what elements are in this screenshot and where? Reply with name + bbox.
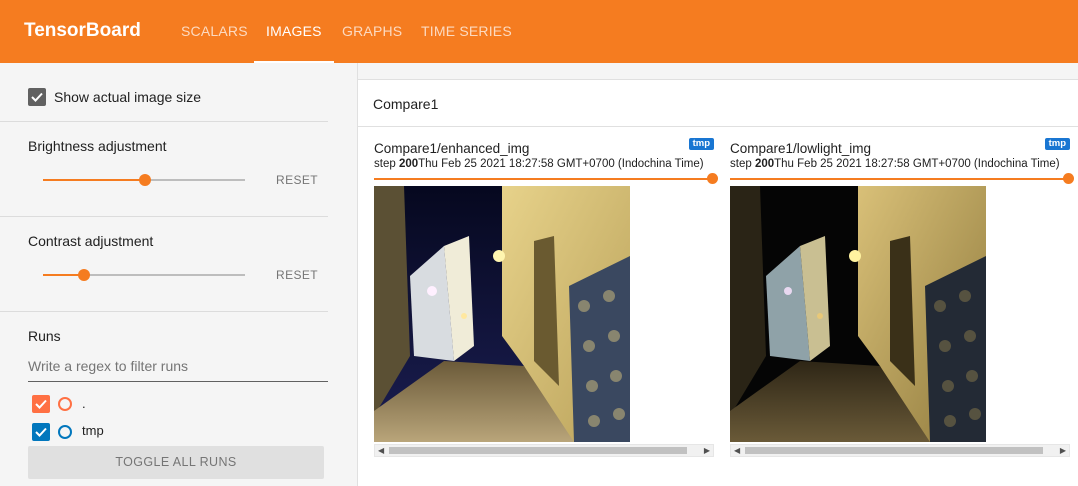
- scrollbar-thumb[interactable]: [389, 447, 687, 454]
- image-card-enhanced: Compare1/enhanced_img tmp step 200Thu Fe…: [374, 138, 718, 458]
- divider: [0, 216, 328, 217]
- main-content: Compare1 Compare1/enhanced_img tmp step …: [358, 63, 1078, 486]
- step-value: 200: [754, 158, 775, 170]
- card-title: Compare1/lowlight_img: [730, 141, 872, 156]
- run-color-circle-icon[interactable]: [58, 397, 72, 411]
- sidebar: Show actual image size Brightness adjust…: [0, 63, 358, 486]
- show-actual-size-label: Show actual image size: [54, 89, 202, 105]
- scroll-left-icon[interactable]: ◀: [734, 446, 740, 455]
- run-color-circle-icon[interactable]: [58, 425, 72, 439]
- step-slider-thumb[interactable]: [1063, 173, 1074, 184]
- step-label: step: [730, 158, 752, 170]
- app-title: TensorBoard: [24, 20, 141, 41]
- show-actual-size-checkbox[interactable]: [28, 88, 46, 106]
- run-badge: tmp: [688, 138, 714, 150]
- brightness-reset-button[interactable]: RESET: [276, 173, 318, 187]
- scroll-right-icon[interactable]: ▶: [704, 446, 710, 455]
- checkmark-icon: [35, 427, 47, 437]
- contrast-label: Contrast adjustment: [28, 233, 154, 249]
- image-card-lowlight: Compare1/lowlight_img tmp step 200Thu Fe…: [730, 138, 1074, 458]
- brightness-label: Brightness adjustment: [28, 138, 167, 154]
- run-checkbox-dot[interactable]: [32, 395, 50, 413]
- contrast-reset-button[interactable]: RESET: [276, 268, 318, 282]
- scroll-left-icon[interactable]: ◀: [378, 446, 384, 455]
- checkmark-icon: [31, 92, 43, 102]
- enhanced-image: [374, 186, 630, 442]
- step-slider-thumb[interactable]: [707, 173, 718, 184]
- tab-scalars[interactable]: SCALARS: [181, 0, 248, 63]
- run-name-dot: .: [82, 396, 86, 411]
- horizontal-scrollbar[interactable]: ◀ ▶: [730, 444, 1070, 457]
- tag-group-header[interactable]: Compare1: [358, 80, 1078, 127]
- brightness-slider-thumb[interactable]: [139, 174, 151, 186]
- night-street-photo-icon: [730, 186, 986, 442]
- checkmark-icon: [35, 399, 47, 409]
- runs-heading: Runs: [28, 328, 61, 344]
- step-timestamp: Thu Feb 25 2021 18:27:58 GMT+0700 (Indoc…: [418, 158, 704, 170]
- tab-graphs[interactable]: GRAPHS: [342, 0, 402, 63]
- tab-time-series[interactable]: TIME SERIES: [421, 0, 512, 63]
- run-checkbox-tmp[interactable]: [32, 423, 50, 441]
- scrollbar-thumb[interactable]: [745, 447, 1043, 454]
- run-badge: tmp: [1044, 138, 1070, 150]
- card-title: Compare1/enhanced_img: [374, 141, 530, 156]
- tag-group-title: Compare1: [373, 96, 439, 112]
- tab-images[interactable]: IMAGES: [254, 0, 334, 63]
- step-info: step 200Thu Feb 25 2021 18:27:58 GMT+070…: [730, 158, 1060, 170]
- step-slider-track[interactable]: [730, 178, 1068, 180]
- contrast-slider-thumb[interactable]: [78, 269, 90, 281]
- brightness-slider-fill: [43, 179, 145, 181]
- night-street-photo-icon: [374, 186, 630, 442]
- horizontal-scrollbar[interactable]: ◀ ▶: [374, 444, 714, 457]
- main-top-strip: [358, 63, 1078, 80]
- step-slider-track[interactable]: [374, 178, 712, 180]
- step-timestamp: Thu Feb 25 2021 18:27:58 GMT+0700 (Indoc…: [774, 158, 1060, 170]
- step-label: step: [374, 158, 396, 170]
- lowlight-image: [730, 186, 986, 442]
- runs-filter-input[interactable]: [28, 350, 328, 382]
- top-app-bar: TensorBoard SCALARS IMAGES GRAPHS TIME S…: [0, 0, 1078, 63]
- step-value: 200: [398, 158, 419, 170]
- run-name-tmp: tmp: [82, 423, 104, 438]
- step-info: step 200Thu Feb 25 2021 18:27:58 GMT+070…: [374, 158, 704, 170]
- scroll-right-icon[interactable]: ▶: [1060, 446, 1066, 455]
- toggle-all-runs-button[interactable]: TOGGLE ALL RUNS: [28, 446, 324, 479]
- divider: [0, 311, 328, 312]
- divider: [0, 121, 328, 122]
